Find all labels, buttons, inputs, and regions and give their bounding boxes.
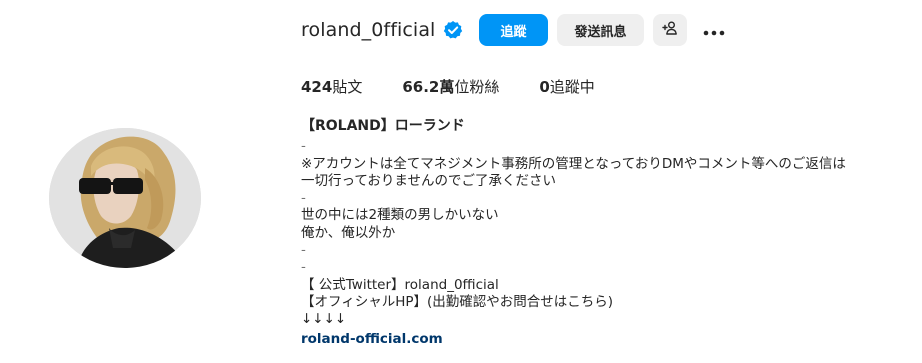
profile-website-link[interactable]: roland-official.com: [301, 331, 921, 348]
followers-label: 位粉絲: [454, 78, 500, 96]
follow-button[interactable]: 追蹤: [479, 14, 548, 46]
following-count: 0: [539, 78, 550, 96]
profile-avatar[interactable]: [49, 128, 201, 268]
bio-line: 【オフィシャルHP】(出勤確認やお問合せはこちら): [301, 293, 614, 310]
bio-line: ↓↓↓↓: [301, 311, 347, 328]
more-options-icon: [703, 21, 725, 40]
bio-line: 俺か、俺以外か: [301, 224, 396, 241]
profile-bio: 【ROLAND】ローランド - ※アカウントは全てマネジメント事務所の管理となっ…: [301, 118, 921, 348]
add-person-icon: [662, 20, 678, 40]
posts-stat: 424貼文: [301, 76, 362, 97]
profile-username: roland_0fficial: [301, 19, 436, 41]
bio-line: 世の中には2種類の男しかいない: [301, 207, 499, 224]
bio-line: -: [301, 242, 306, 259]
bio-line: -: [301, 190, 306, 207]
verified-badge-icon: [443, 20, 463, 40]
profile-display-name: 【ROLAND】ローランド: [301, 118, 465, 134]
more-options-button[interactable]: [698, 14, 730, 46]
posts-label: 貼文: [332, 78, 363, 96]
send-message-button[interactable]: 發送訊息: [557, 14, 644, 46]
suggested-accounts-button[interactable]: [653, 14, 687, 46]
following-label: 追蹤中: [549, 78, 595, 96]
bio-line: ※アカウントは全てマネジメント事務所の管理となっておりDMやコメント等へのご返信…: [301, 155, 846, 172]
bio-line: -: [301, 259, 306, 276]
bio-line: 一切行っておりませんのでご了承ください: [301, 172, 557, 189]
posts-count: 424: [301, 78, 333, 96]
bio-line: -: [301, 138, 306, 155]
following-stat[interactable]: 0追蹤中: [539, 76, 594, 97]
followers-count: 66.2萬: [402, 78, 455, 96]
followers-stat[interactable]: 66.2萬位粉絲: [402, 76, 499, 97]
avatar-image: [49, 128, 201, 268]
profile-stats: 424貼文 66.2萬位粉絲 0追蹤中: [301, 76, 635, 97]
profile-header: roland_0fficial: [301, 14, 463, 46]
bio-line: 【 公式Twitter】roland_0fficial: [301, 276, 499, 293]
